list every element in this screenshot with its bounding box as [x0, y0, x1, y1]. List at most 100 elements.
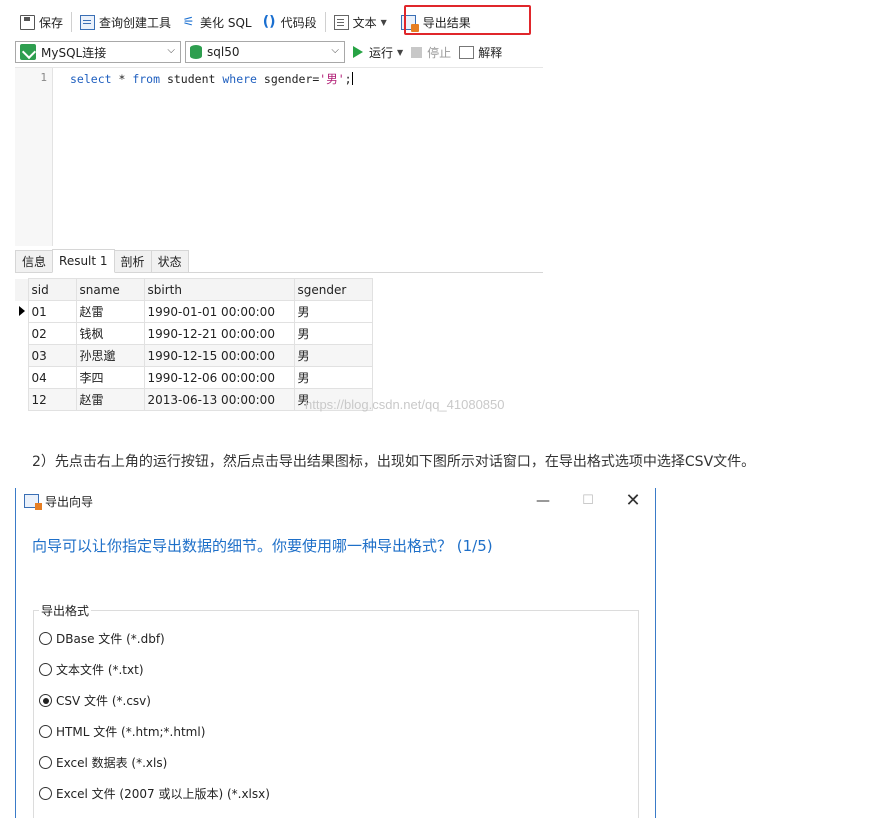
save-button[interactable]: 保存 — [15, 9, 68, 35]
toolbar-divider — [71, 12, 73, 32]
sql-star: * — [111, 72, 133, 86]
watermark: https://blog.csdn.net/qq_41080850 — [305, 397, 505, 412]
radio-button[interactable] — [39, 663, 52, 676]
cell-sid[interactable]: 02 — [27, 322, 77, 345]
option-dbase[interactable]: DBase 文件 (*.dbf) — [39, 630, 165, 647]
chevron-down-icon[interactable]: ▼ — [381, 18, 387, 27]
table-row[interactable]: 01 赵雷 1990-01-01 00:00:00 男 — [15, 300, 373, 323]
cell-sbirth[interactable]: 1990-01-01 00:00:00 — [143, 300, 295, 323]
text-document-icon — [333, 14, 349, 30]
tab-info[interactable]: 信息 — [15, 250, 54, 272]
radio-button[interactable] — [39, 787, 52, 800]
chevron-down-icon[interactable]: ▼ — [397, 48, 403, 57]
dialog-titlebar[interactable]: 导出向导 — ☐ ✕ — [16, 488, 655, 514]
cell-sid[interactable]: 01 — [27, 300, 77, 323]
tab-profile[interactable]: 剖析 — [113, 250, 152, 272]
connection-select[interactable]: MySQL连接 ⌵ — [15, 41, 181, 63]
toolbar-divider — [324, 12, 326, 32]
cell-sname[interactable]: 孙思邈 — [75, 344, 145, 367]
grid-header-row: sid sname sbirth sgender — [15, 278, 373, 301]
navicat-query-window: 保存 查询创建工具 ⚟ 美化 SQL () 代码段 文本 ▼ 导出结果 MySQ… — [15, 0, 543, 420]
radio-button[interactable] — [39, 632, 52, 645]
run-label: 运行 — [369, 45, 394, 60]
export-wizard-icon — [24, 494, 42, 510]
table-row[interactable]: 03 孙思邈 1990-12-15 00:00:00 男 — [15, 344, 373, 367]
option-label: Excel 数据表 (*.xls) — [56, 756, 168, 770]
query-builder-icon — [80, 14, 96, 30]
cell-sname[interactable]: 李四 — [75, 366, 145, 389]
wizard-question: 向导可以让你指定导出数据的细节。你要使用哪一种导出格式？ (1/5) — [32, 537, 493, 555]
sql-editor[interactable]: 1 select * from student where sgender='男… — [15, 67, 543, 246]
table-row[interactable]: 02 钱枫 1990-12-21 00:00:00 男 — [15, 322, 373, 345]
stop-icon — [411, 46, 423, 58]
current-row-marker-icon — [15, 301, 28, 323]
cell-sbirth[interactable]: 2013-06-13 00:00:00 — [143, 388, 295, 411]
row-selector — [15, 345, 28, 367]
option-text[interactable]: 文本文件 (*.txt) — [39, 661, 144, 678]
sql-condition: sgender= — [256, 72, 320, 86]
line-number: 1 — [40, 71, 47, 84]
column-header-sbirth[interactable]: sbirth — [143, 278, 295, 301]
option-label: Excel 文件 (2007 或以上版本) (*.xlsx) — [56, 787, 270, 801]
row-selector-header — [15, 278, 28, 301]
connection-bar: MySQL连接 ⌵ sql50 ⌵ 运行 ▼ 停止 解释 — [15, 40, 543, 64]
run-button[interactable]: 运行 ▼ — [349, 41, 407, 63]
cell-sname[interactable]: 钱枫 — [75, 322, 145, 345]
query-builder-button[interactable]: 查询创建工具 — [75, 9, 176, 35]
export-format-group: 导出格式 DBase 文件 (*.dbf) 文本文件 (*.txt) CSV 文… — [33, 602, 639, 818]
save-icon — [20, 14, 35, 30]
sql-keyword-select: select — [70, 72, 112, 86]
tab-result-1[interactable]: Result 1 — [52, 249, 115, 273]
cell-sid[interactable]: 12 — [27, 388, 77, 411]
option-excel-xlsx[interactable]: Excel 文件 (2007 或以上版本) (*.xlsx) — [39, 785, 270, 802]
connection-name: MySQL连接 — [41, 45, 107, 60]
cell-sgender[interactable]: 男 — [293, 366, 373, 389]
result-tabs: 信息 Result 1 剖析 状态 — [15, 249, 543, 273]
cell-sgender[interactable]: 男 — [293, 322, 373, 345]
sql-terminator: ; — [344, 72, 352, 86]
option-label: 文本文件 (*.txt) — [56, 663, 144, 677]
database-select[interactable]: sql50 ⌵ — [185, 41, 345, 63]
code-snippet-button[interactable]: () 代码段 — [257, 9, 322, 35]
cell-sname[interactable]: 赵雷 — [75, 300, 145, 323]
close-button[interactable]: ✕ — [621, 491, 645, 511]
row-selector — [15, 323, 28, 345]
magic-wand-icon: ⚟ — [182, 14, 195, 30]
table-row[interactable]: 04 李四 1990-12-06 00:00:00 男 — [15, 366, 373, 389]
cell-sbirth[interactable]: 1990-12-06 00:00:00 — [143, 366, 295, 389]
radio-button[interactable] — [39, 756, 52, 769]
cell-sid[interactable]: 03 — [27, 344, 77, 367]
cell-sid[interactable]: 04 — [27, 366, 77, 389]
stop-button[interactable]: 停止 — [407, 41, 455, 63]
beautify-sql-label: 美化 SQL — [200, 15, 252, 30]
cell-sgender[interactable]: 男 — [293, 300, 373, 323]
option-excel-xls[interactable]: Excel 数据表 (*.xls) — [39, 754, 167, 771]
cell-sbirth[interactable]: 1990-12-15 00:00:00 — [143, 344, 295, 367]
maximize-button[interactable]: ☐ — [576, 491, 600, 511]
minimize-button[interactable]: — — [531, 491, 555, 511]
chevron-down-icon: ⌵ — [167, 45, 175, 56]
result-grid: sid sname sbirth sgender 01 赵雷 1990-01-0… — [15, 278, 373, 411]
column-header-sgender[interactable]: sgender — [293, 278, 373, 301]
sql-table-name: student — [160, 72, 223, 86]
cell-sname[interactable]: 赵雷 — [75, 388, 145, 411]
text-mode-button[interactable]: 文本 ▼ — [329, 9, 392, 35]
sql-code-line[interactable]: select * from student where sgender='男'; — [70, 71, 353, 87]
column-header-sid[interactable]: sid — [27, 278, 77, 301]
tab-status[interactable]: 状态 — [150, 250, 189, 272]
option-csv[interactable]: CSV 文件 (*.csv) — [39, 692, 151, 709]
beautify-sql-button[interactable]: ⚟ 美化 SQL — [176, 9, 257, 35]
cell-sbirth[interactable]: 1990-12-21 00:00:00 — [143, 322, 295, 345]
radio-button[interactable] — [39, 725, 52, 738]
export-wizard-dialog: 导出向导 — ☐ ✕ 向导可以让你指定导出数据的细节。你要使用哪一种导出格式？ … — [15, 488, 656, 818]
radio-button-selected[interactable] — [39, 694, 52, 707]
play-icon — [353, 46, 363, 58]
database-name: sql50 — [207, 45, 240, 59]
export-highlight-box — [404, 5, 531, 35]
text-cursor — [351, 72, 353, 85]
option-html[interactable]: HTML 文件 (*.htm;*.html) — [39, 723, 205, 740]
explain-button[interactable]: 解释 — [455, 41, 506, 63]
cell-sgender[interactable]: 男 — [293, 344, 373, 367]
column-header-sname[interactable]: sname — [75, 278, 145, 301]
option-label: HTML 文件 (*.htm;*.html) — [56, 725, 206, 739]
